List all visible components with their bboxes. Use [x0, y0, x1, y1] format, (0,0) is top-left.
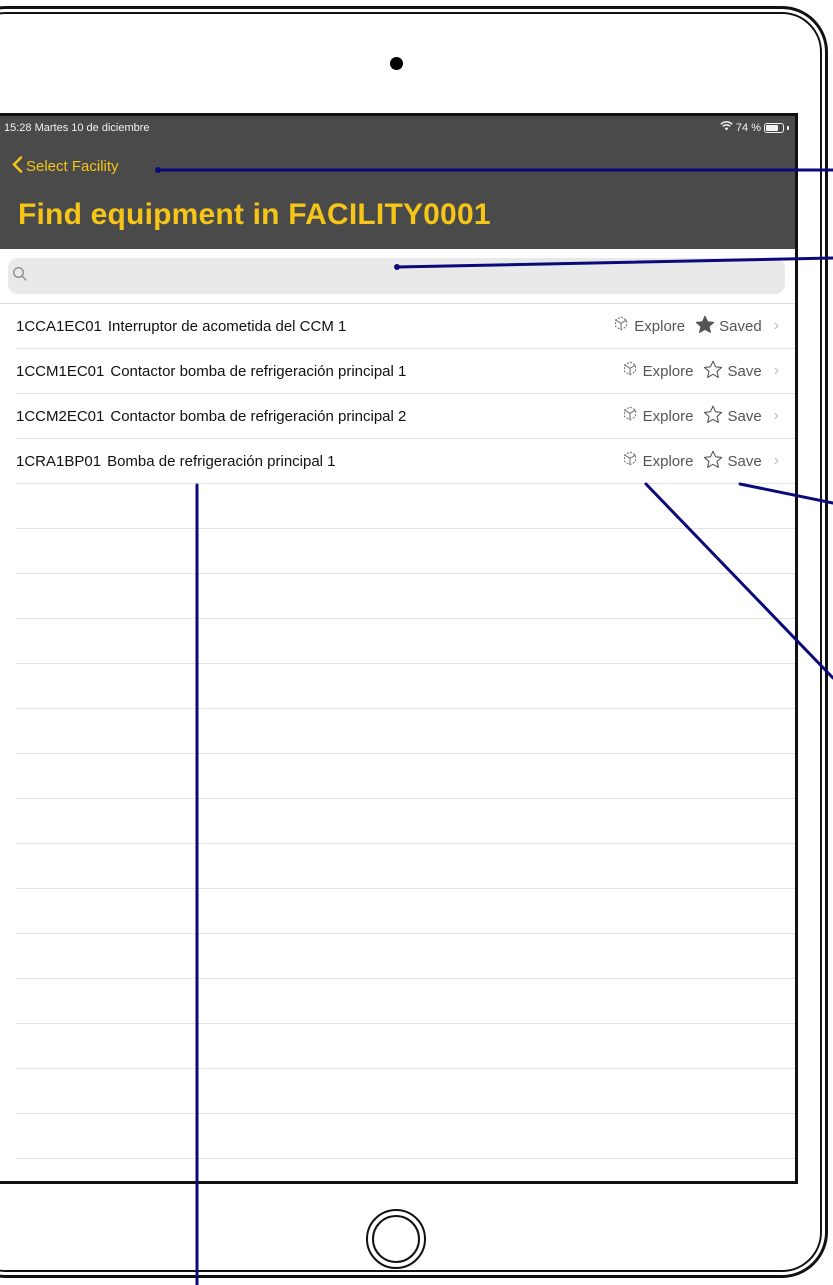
search-input[interactable]: [8, 258, 785, 294]
save-label: Save: [727, 362, 762, 380]
equipment-description: Interruptor de acometida del CCM 1: [107, 317, 347, 335]
save-label: Saved: [719, 317, 762, 335]
empty-row: [16, 529, 795, 574]
chevron-right-icon: ›: [773, 362, 779, 379]
save-button[interactable]: Save: [703, 405, 762, 428]
back-button-label: Select Facility: [26, 158, 119, 175]
explore-button[interactable]: Explore: [621, 360, 694, 382]
explore-button[interactable]: Explore: [621, 450, 694, 472]
equipment-code: 1CCM1EC01: [16, 362, 105, 380]
row-actions: Explore Saved ›: [612, 304, 779, 348]
equipment-code: 1CCM2EC01: [16, 407, 105, 425]
explore-icon: [621, 405, 639, 427]
empty-row: [16, 619, 795, 664]
equipment-description: Bomba de refrigeración principal 1: [107, 452, 336, 470]
equipment-row[interactable]: 1CCM2EC01 Contactor bomba de refrigeraci…: [16, 394, 795, 439]
save-label: Save: [727, 452, 762, 470]
wifi-icon: [720, 121, 733, 134]
save-label: Save: [727, 407, 762, 425]
explore-button[interactable]: Explore: [612, 315, 685, 337]
equipment-row[interactable]: 1CCM1EC01 Contactor bomba de refrigeraci…: [16, 349, 795, 394]
empty-row: [16, 844, 795, 889]
save-button[interactable]: Save: [703, 360, 762, 383]
row-actions: Explore Save ›: [621, 394, 779, 438]
explore-label: Explore: [642, 407, 694, 425]
save-button[interactable]: Saved: [695, 315, 762, 338]
explore-button[interactable]: Explore: [621, 405, 694, 427]
empty-row: [16, 1069, 795, 1114]
status-indicators: 74 %: [720, 121, 789, 134]
app-screen: 15:28 Martes 10 de diciembre 74 % Select…: [0, 113, 798, 1184]
equipment-row[interactable]: 1CCA1EC01 Interruptor de acometida del C…: [16, 304, 795, 349]
chevron-right-icon: ›: [773, 317, 779, 334]
star-outline-icon: [703, 405, 723, 428]
empty-row: [16, 574, 795, 619]
explore-label: Explore: [642, 452, 694, 470]
battery-tip: [787, 125, 789, 130]
empty-row: [16, 1024, 795, 1069]
battery-fill: [766, 124, 778, 131]
save-button[interactable]: Save: [703, 450, 762, 473]
chevron-right-icon: ›: [773, 452, 779, 469]
home-button[interactable]: [366, 1209, 426, 1269]
equipment-code: 1CRA1BP01: [16, 452, 102, 470]
equipment-description: Contactor bomba de refrigeración princip…: [110, 407, 407, 425]
explore-icon: [621, 450, 639, 472]
star-outline-icon: [703, 360, 723, 383]
back-button[interactable]: Select Facility: [12, 156, 119, 177]
equipment-description: Contactor bomba de refrigeración princip…: [110, 362, 407, 380]
empty-row: [16, 934, 795, 979]
explore-icon: [612, 315, 630, 337]
empty-row: [16, 979, 795, 1024]
explore-icon: [621, 360, 639, 382]
search-icon: [12, 266, 28, 287]
equipment-list: 1CCA1EC01 Interruptor de acometida del C…: [0, 304, 795, 1159]
empty-row: [16, 799, 795, 844]
equipment-row[interactable]: 1CRA1BP01 Bomba de refrigeración princip…: [16, 439, 795, 484]
empty-row: [16, 709, 795, 754]
empty-row: [16, 484, 795, 529]
empty-row: [16, 664, 795, 709]
star-filled-icon: [695, 315, 715, 338]
row-actions: Explore Save ›: [621, 349, 779, 393]
star-outline-icon: [703, 450, 723, 473]
empty-row: [16, 889, 795, 934]
explore-label: Explore: [642, 362, 694, 380]
row-actions: Explore Save ›: [621, 439, 779, 483]
navigation-bar: 15:28 Martes 10 de diciembre 74 % Select…: [0, 116, 795, 249]
empty-row: [16, 754, 795, 799]
page-title: Find equipment in FACILITY0001: [18, 198, 491, 231]
camera-icon: [390, 57, 403, 70]
chevron-left-icon: [12, 156, 23, 177]
chevron-right-icon: ›: [773, 407, 779, 424]
empty-list-area: [0, 484, 795, 1159]
status-time: 15:28 Martes 10 de diciembre: [4, 122, 150, 134]
battery-icon: [764, 122, 784, 133]
battery-percent: 74 %: [735, 121, 761, 134]
equipment-code: 1CCA1EC01: [16, 317, 102, 335]
explore-label: Explore: [634, 317, 686, 335]
empty-row: [16, 1114, 795, 1159]
